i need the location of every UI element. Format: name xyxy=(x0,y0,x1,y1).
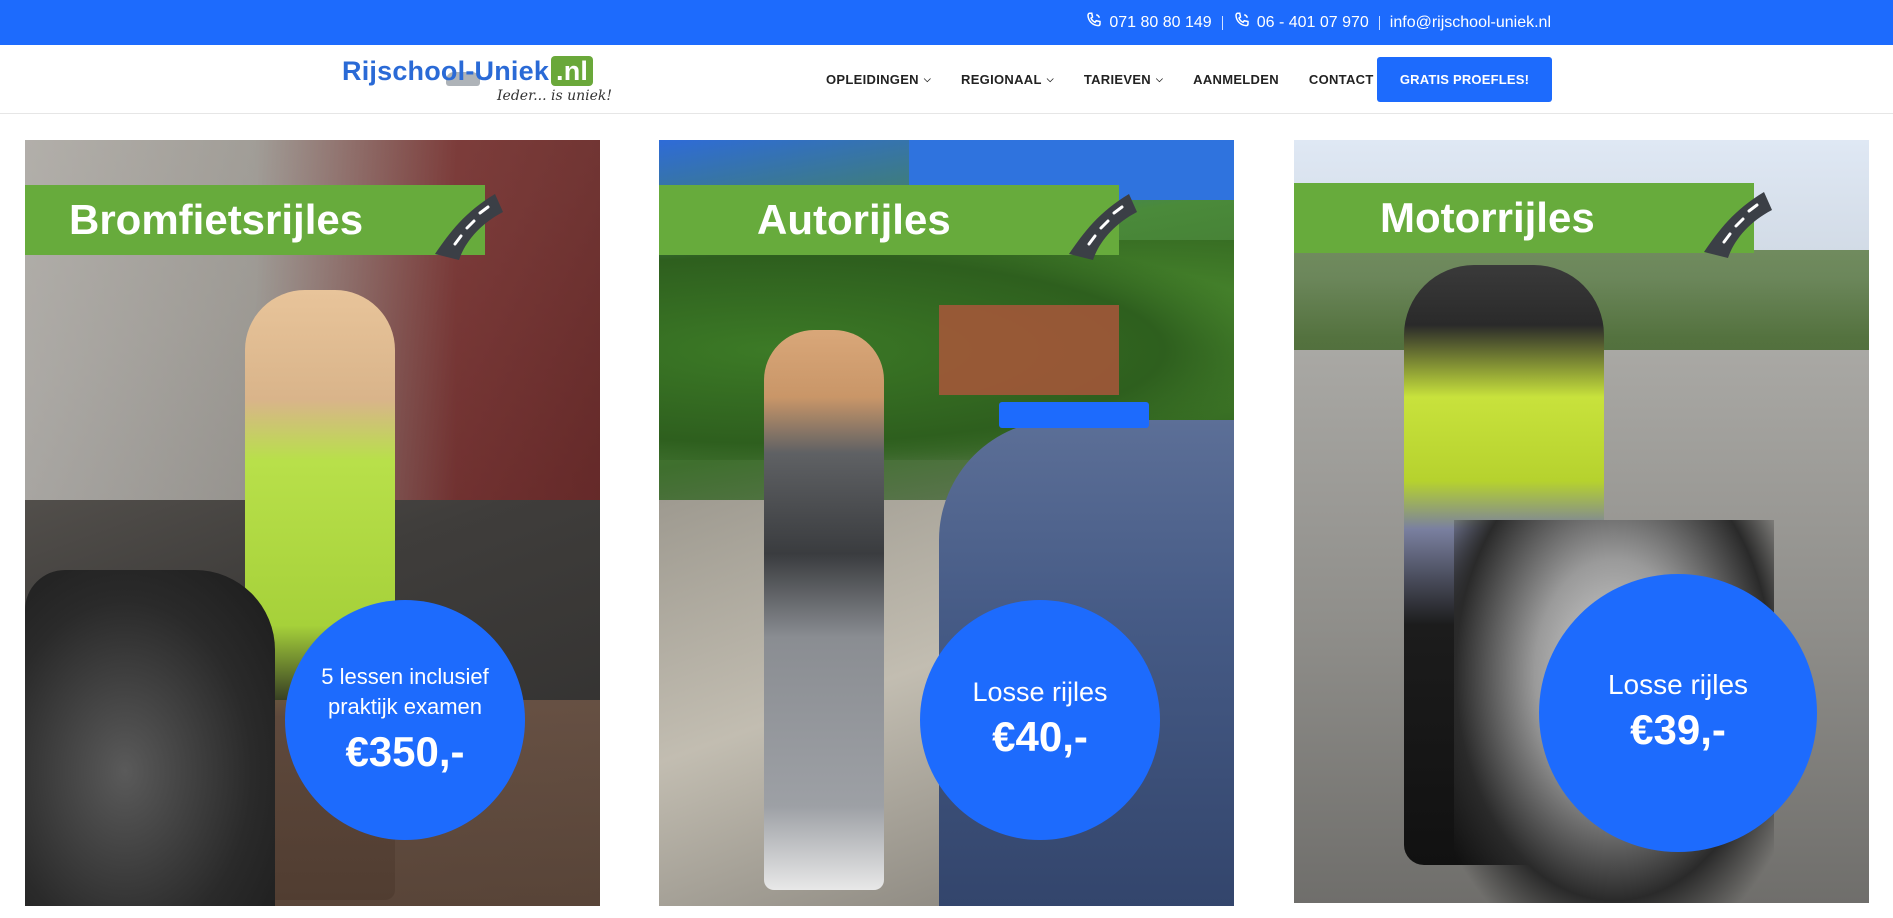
photo-scooter xyxy=(25,570,275,906)
nav-item-label: AANMELDEN xyxy=(1193,72,1279,87)
nav-item-label: OPLEIDINGEN xyxy=(826,72,919,87)
email-link[interactable]: info@rijschool-uniek.nl xyxy=(1390,14,1551,32)
card-title: Autorijles xyxy=(757,196,951,243)
logo-tagline: Ieder... is uniek! xyxy=(497,88,613,104)
main-navigation: OPLEIDINGEN ⌵ REGIONAAL ⌵ TARIEVEN ⌵ AAN… xyxy=(826,45,1404,114)
nav-item-contact[interactable]: CONTACT xyxy=(1309,72,1374,87)
photo-roof-sign xyxy=(999,402,1149,428)
price-description: 5 lessen inclusief praktijk examen xyxy=(321,664,489,719)
nav-item-label: TARIEVEN xyxy=(1083,72,1151,87)
divider xyxy=(1378,15,1380,30)
card-auto[interactable]: Autorijles Losse rijles €40,- xyxy=(659,140,1234,906)
phone-1-text: 071 80 80 149 xyxy=(1109,13,1212,31)
road-icon xyxy=(1704,192,1772,258)
card-title: Motorrijles xyxy=(1380,194,1595,241)
card-bromfiets[interactable]: Bromfietsrijles 5 lessen inclusief prakt… xyxy=(25,140,600,906)
price-badge: 5 lessen inclusief praktijk examen €350,… xyxy=(285,600,525,840)
phone-icon xyxy=(1085,11,1103,34)
site-header: Rijschool-Uniek .nl Ieder... is uniek! OP… xyxy=(0,45,1893,114)
email-text: info@rijschool-uniek.nl xyxy=(1389,13,1551,31)
phone-1[interactable]: 071 80 80 149 xyxy=(1085,11,1212,34)
card-title: Bromfietsrijles xyxy=(69,196,364,243)
price-amount: €39,- xyxy=(1630,706,1726,753)
nav-item-aanmelden[interactable]: AANMELDEN xyxy=(1193,72,1279,87)
phone-2-text: 06 - 401 07 970 xyxy=(1256,13,1369,31)
contact-info: 071 80 80 149 06 - 401 07 970 info@rijsc… xyxy=(1085,0,1551,45)
free-trial-lesson-button[interactable]: GRATIS PROEFLES! xyxy=(1377,57,1552,102)
chevron-down-icon: ⌵ xyxy=(923,74,931,84)
card-motor[interactable]: Motorrijles Losse rijles €39,- xyxy=(1294,140,1869,903)
nav-item-opleidingen[interactable]: OPLEIDINGEN ⌵ xyxy=(826,72,931,87)
nav-item-label: REGIONAAL xyxy=(961,72,1042,87)
road-icon xyxy=(435,194,503,260)
divider xyxy=(1221,15,1223,30)
price-badge: Losse rijles €39,- xyxy=(1539,574,1817,852)
photo-building xyxy=(939,305,1119,395)
phone-2[interactable]: 06 - 401 07 970 xyxy=(1233,11,1369,34)
chevron-down-icon: ⌵ xyxy=(1156,74,1164,84)
nav-item-label: CONTACT xyxy=(1308,72,1374,87)
nav-item-regionaal[interactable]: REGIONAAL ⌵ xyxy=(961,72,1054,87)
nav-item-tarieven[interactable]: TARIEVEN ⌵ xyxy=(1084,72,1163,87)
price-description: Losse rijles xyxy=(1607,669,1749,700)
road-icon xyxy=(1069,194,1137,260)
logo-brand: Rijschool-Uniek .nl xyxy=(342,56,594,87)
price-amount: €40,- xyxy=(992,713,1088,760)
price-description: Losse rijles xyxy=(972,677,1108,707)
price-amount: €350,- xyxy=(345,728,465,775)
top-contact-bar: 071 80 80 149 06 - 401 07 970 info@rijsc… xyxy=(0,0,1893,45)
chevron-down-icon: ⌵ xyxy=(1046,74,1054,84)
logo-tld: .nl xyxy=(551,56,594,86)
site-logo[interactable]: Rijschool-Uniek .nl Ieder... is uniek! xyxy=(342,54,612,110)
price-badge: Losse rijles €40,- xyxy=(920,600,1160,840)
photo-person xyxy=(764,330,884,890)
phone-icon xyxy=(1233,11,1251,34)
logo-brand-text: Rijschool-Uniek xyxy=(342,56,550,86)
